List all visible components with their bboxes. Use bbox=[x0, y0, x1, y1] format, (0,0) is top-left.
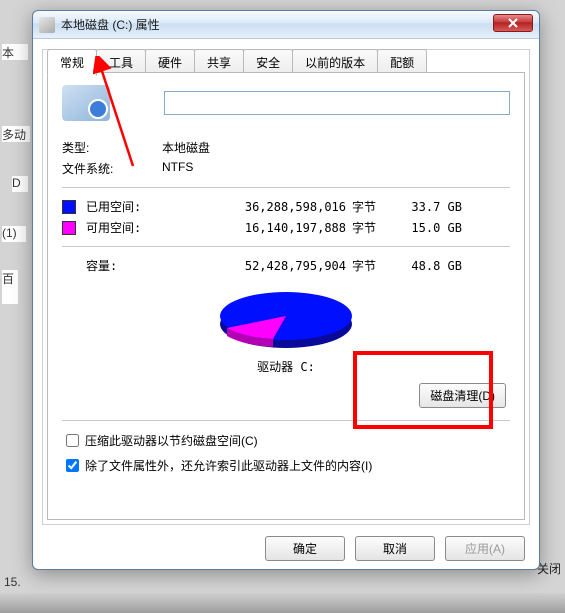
apply-button[interactable]: 应用(A) bbox=[445, 536, 525, 561]
bg-taskbar bbox=[0, 593, 565, 613]
free-unit: 字节 bbox=[346, 219, 382, 236]
type-value: 本地磁盘 bbox=[162, 139, 510, 156]
dialog-body: 常规 工具 硬件 共享 安全 以前的版本 配额 类型: 本地磁盘 文件系统: N… bbox=[42, 49, 530, 525]
free-bytes: 16,140,197,888 bbox=[166, 221, 346, 235]
tab-general[interactable]: 常规 bbox=[47, 49, 97, 76]
index-checkbox[interactable] bbox=[66, 459, 79, 472]
free-gb: 15.0 GB bbox=[382, 221, 462, 235]
drive-icon bbox=[62, 85, 110, 121]
compress-label: 压缩此驱动器以节约磁盘空间(C) bbox=[85, 432, 258, 449]
properties-dialog: 本地磁盘 (C:) 属性 常规 工具 硬件 共享 安全 以前的版本 配额 类型:… bbox=[32, 10, 540, 570]
used-gb: 33.7 GB bbox=[382, 200, 462, 214]
drive-icon-small bbox=[39, 17, 55, 33]
capacity-unit: 字节 bbox=[346, 257, 382, 274]
close-icon bbox=[508, 18, 518, 28]
bg-item: 多动 bbox=[2, 126, 30, 142]
filesystem-value: NTFS bbox=[162, 160, 510, 177]
divider bbox=[62, 187, 510, 188]
capacity-gb: 48.8 GB bbox=[382, 259, 462, 273]
index-label: 除了文件属性外，还允许索引此驱动器上文件的内容(I) bbox=[85, 457, 372, 474]
used-bytes: 36,288,598,016 bbox=[166, 200, 346, 214]
cancel-button[interactable]: 取消 bbox=[355, 536, 435, 561]
bg-item: (1) bbox=[2, 226, 26, 242]
usage-pie-chart bbox=[211, 284, 361, 354]
volume-name-input[interactable] bbox=[164, 91, 510, 115]
filesystem-label: 文件系统: bbox=[62, 160, 162, 177]
capacity-bytes: 52,428,795,904 bbox=[166, 259, 346, 273]
ok-button[interactable]: 确定 bbox=[265, 536, 345, 561]
bg-item: 本 bbox=[2, 44, 28, 60]
type-label: 类型: bbox=[62, 139, 162, 156]
used-label: 已用空间: bbox=[86, 198, 166, 215]
free-label: 可用空间: bbox=[86, 219, 166, 236]
divider bbox=[62, 246, 510, 247]
dialog-footer: 确定 取消 应用(A) bbox=[33, 536, 539, 561]
titlebar[interactable]: 本地磁盘 (C:) 属性 bbox=[33, 11, 539, 39]
used-unit: 字节 bbox=[346, 198, 382, 215]
window-title: 本地磁盘 (C:) 属性 bbox=[61, 16, 160, 33]
free-swatch bbox=[62, 221, 76, 235]
bg-close-label[interactable]: 关闭 bbox=[537, 560, 561, 577]
compress-checkbox[interactable] bbox=[66, 434, 79, 447]
bg-item: D bbox=[12, 176, 28, 192]
tab-panel-general: 类型: 本地磁盘 文件系统: NTFS 已用空间: 36,288,598,016… bbox=[47, 72, 525, 520]
bg-item: 百 bbox=[2, 270, 18, 304]
used-swatch bbox=[62, 200, 76, 214]
bg-number: 15. bbox=[4, 575, 21, 589]
capacity-label: 容量: bbox=[86, 257, 166, 274]
disk-cleanup-button[interactable]: 磁盘清理(D) bbox=[419, 383, 506, 408]
close-button[interactable] bbox=[493, 14, 533, 32]
